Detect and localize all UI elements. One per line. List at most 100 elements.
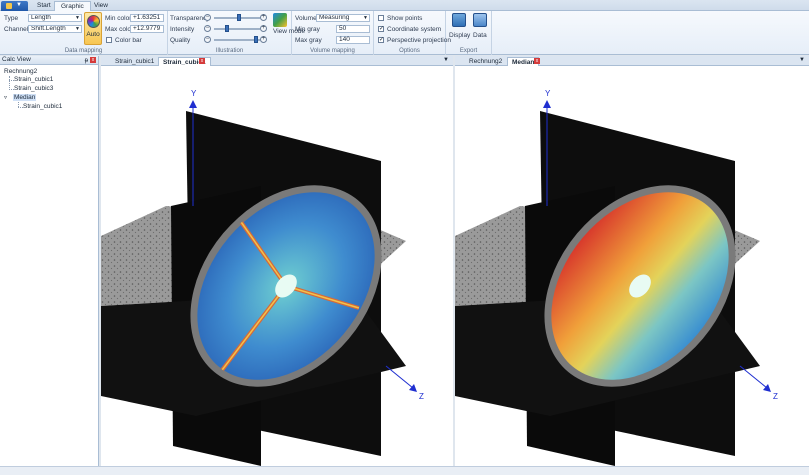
ribbon-tab-bar: ▼ Start Graphic View <box>0 0 809 11</box>
right-volume-render: Y Z <box>455 89 778 466</box>
pin-icon[interactable]: ᵽ <box>85 57 88 65</box>
close-icon[interactable]: x <box>90 57 96 63</box>
app-icon <box>6 3 12 9</box>
y-axis-label: Y <box>545 89 551 98</box>
max-color-input[interactable]: +12.9779 <box>130 25 164 33</box>
quality-slider-thumb[interactable] <box>253 36 258 43</box>
ribbon: Type Length ▼ Channel Shift.Length ▼ Aut… <box>0 11 809 55</box>
illustration-group-title: Illustration <box>215 48 244 54</box>
left-volume-render: Y Z <box>101 89 424 466</box>
type-label: Type <box>4 15 19 22</box>
tree-item-strain-cubic3[interactable]: Strain_cubic3 <box>14 85 53 92</box>
data-mapping-group: Type Length ▼ Channel Shift.Length ▼ Aut… <box>0 11 168 55</box>
display-icon <box>452 13 466 27</box>
left-3d-view[interactable]: Y Z <box>101 66 453 466</box>
volume-combo[interactable]: Measuring ▼ <box>316 14 370 22</box>
quality-increase-button[interactable]: + <box>260 36 267 43</box>
application-menu-button[interactable]: ▼ <box>1 1 28 11</box>
coordinate-system-label: Coordinate system <box>387 26 442 33</box>
intensity-increase-button[interactable]: + <box>260 25 267 32</box>
channel-label: Channel <box>4 26 29 33</box>
volume-label: Volume <box>295 15 317 22</box>
min-color-input[interactable]: +1.63251 <box>130 14 164 22</box>
tree-item-median-strain-cubic1[interactable]: Strain_cubic1 <box>23 103 62 110</box>
z-axis <box>385 365 414 389</box>
chevron-down-icon[interactable]: ▼ <box>799 57 805 63</box>
data-mapping-group-title: Data mapping <box>64 48 103 54</box>
auto-label: Auto <box>86 31 100 38</box>
view-mode-icon <box>273 13 287 27</box>
max-gray-input[interactable]: 140 <box>336 36 370 44</box>
data-label: Data <box>473 32 487 39</box>
intensity-decrease-button[interactable]: − <box>204 25 211 32</box>
export-group-title: Export <box>459 48 478 54</box>
export-group: Display Data Export <box>446 11 492 55</box>
y-axis-label: Y <box>191 89 197 98</box>
perspective-projection-label: Perspective projection <box>387 37 451 44</box>
doc-tab-strain-cubic1-a[interactable]: Strain_cubic1 <box>111 57 158 66</box>
channel-value: Shift.Length <box>31 25 66 32</box>
intensity-label: Intensity <box>170 26 195 33</box>
left-document-pane: Strain_cubic1 Strain_cubic1 x ▼ Y Z <box>101 56 453 466</box>
volume-mapping-group-title: Volume mapping <box>310 48 355 54</box>
display-label: Display <box>449 32 471 39</box>
data-file-icon <box>473 13 487 27</box>
illustration-group: Transparency − + Intensity − + Quality −… <box>168 11 305 55</box>
tree-item-rechnung2[interactable]: Rechnung2 <box>4 68 37 75</box>
chevron-down-icon: ▼ <box>363 15 368 21</box>
intensity-slider[interactable] <box>214 25 260 32</box>
calc-view-title: Calc View <box>2 56 31 63</box>
show-points-label: Show points <box>387 15 423 22</box>
tab-view[interactable]: View <box>88 1 114 11</box>
tree-connector <box>9 76 10 90</box>
min-color-label: Min color <box>105 15 132 22</box>
close-icon[interactable]: x <box>534 58 540 64</box>
type-combo[interactable]: Length ▼ <box>28 14 82 22</box>
tree-item-strain-cubic1[interactable]: Strain_cubic1 <box>14 76 53 83</box>
calc-view-panel: Calc View ᵽ x Rechnung2 Strain_cubic1 St… <box>0 56 99 466</box>
type-value: Length <box>31 14 51 21</box>
color-bar-label: Color bar <box>115 37 142 44</box>
color-wheel-icon <box>87 15 100 28</box>
data-export-button[interactable]: Data <box>471 13 489 43</box>
view-mode-button[interactable]: View mode <box>271 13 305 45</box>
calc-view-header: Calc View ᵽ x <box>0 56 98 65</box>
color-bar-checkbox[interactable] <box>106 37 112 43</box>
min-gray-input[interactable]: 50 <box>336 25 370 33</box>
chevron-down-icon[interactable]: ▼ <box>443 57 449 63</box>
perspective-projection-checkbox[interactable] <box>378 36 384 43</box>
transparency-slider-thumb[interactable] <box>237 14 242 21</box>
auto-button[interactable]: Auto <box>84 12 102 45</box>
max-gray-label: Max gray <box>295 37 322 44</box>
quality-label: Quality <box>170 37 191 44</box>
tab-start[interactable]: Start <box>31 1 57 11</box>
chevron-down-icon: ▼ <box>16 2 22 8</box>
chevron-down-icon: ▼ <box>75 26 80 32</box>
right-document-pane: Rechnung2 Median x ▼ Y Z <box>455 56 809 466</box>
right-document-tabs: Rechnung2 Median x ▼ <box>455 56 809 66</box>
transparency-increase-button[interactable]: + <box>260 14 267 21</box>
doc-tab-rechnung2[interactable]: Rechnung2 <box>465 57 506 66</box>
max-color-label: Max color <box>105 26 134 33</box>
options-group: Show points Coordinate system Perspectiv… <box>374 11 451 55</box>
z-axis <box>739 365 768 389</box>
z-axis-label: Z <box>773 392 778 401</box>
left-document-tabs: Strain_cubic1 Strain_cubic1 x ▼ <box>101 56 453 66</box>
right-3d-view[interactable]: Y Z <box>455 66 809 466</box>
collapse-icon[interactable]: ▿ <box>4 94 7 101</box>
display-export-button[interactable]: Display <box>449 13 471 43</box>
status-bar <box>0 466 809 475</box>
transparency-decrease-button[interactable]: − <box>204 14 211 21</box>
channel-combo[interactable]: Shift.Length ▼ <box>28 25 82 33</box>
transparency-slider[interactable] <box>214 14 260 21</box>
tree-item-median[interactable]: Median <box>13 94 37 101</box>
intensity-slider-thumb[interactable] <box>224 25 229 32</box>
quality-decrease-button[interactable]: − <box>204 36 211 43</box>
tab-graphic[interactable]: Graphic <box>54 1 91 11</box>
quality-slider[interactable] <box>214 36 260 43</box>
chevron-down-icon: ▼ <box>75 15 80 21</box>
show-points-checkbox[interactable] <box>378 15 384 21</box>
close-icon[interactable]: x <box>199 58 205 64</box>
volume-value: Measuring <box>319 14 350 21</box>
coordinate-system-checkbox[interactable] <box>378 25 384 32</box>
